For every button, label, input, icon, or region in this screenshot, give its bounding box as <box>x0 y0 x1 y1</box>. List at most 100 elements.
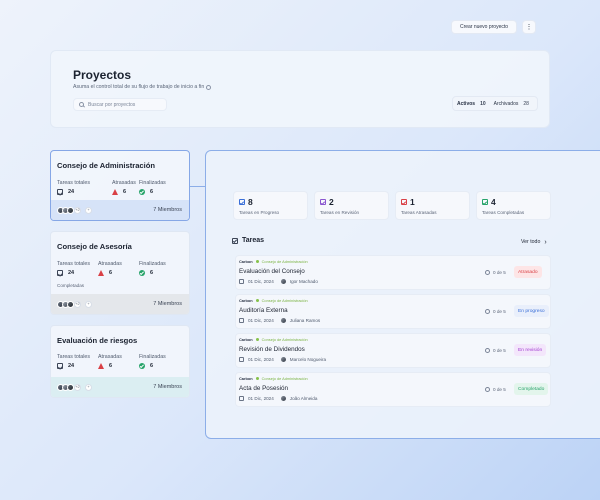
task-blue-icon <box>239 199 245 205</box>
task-purple-icon <box>320 199 326 205</box>
summary-in-progress[interactable]: 8 Tareas en Progreso <box>233 191 308 220</box>
summary-overdue[interactable]: 1 Tareas Atrasadas <box>395 191 470 220</box>
project-name: Consejo de Administración <box>57 161 156 170</box>
tab-count: 28 <box>523 100 529 107</box>
tab-count: 10 <box>480 100 486 107</box>
subtitle-text: Asuma el control total de su flujo de tr… <box>73 84 205 90</box>
tab-active[interactable]: Activos 10 <box>453 97 490 110</box>
task-row[interactable]: Carbon Consejo de Administración Auditor… <box>235 294 551 329</box>
project-detail-panel: 8 Tareas en Progreso 2 Tareas en Revisió… <box>205 150 600 439</box>
project-card-consejo-administracion[interactable]: Consejo de Administración Tareas totales… <box>50 150 190 221</box>
calendar-icon <box>239 396 244 401</box>
tasks-checkbox-icon <box>232 237 238 244</box>
filter-tabs: Activos 10 Archivados 28 <box>452 96 538 111</box>
member-avatars[interactable]: +2 + <box>57 206 92 214</box>
more-avatars-badge: +2 <box>74 300 81 308</box>
task-client: Carbon <box>239 337 253 342</box>
view-all-label: Ver todo <box>521 239 541 245</box>
more-options-button[interactable]: ⋮ <box>522 20 536 34</box>
task-meta: Carbon Consejo de Administración <box>239 298 308 303</box>
view-all-link[interactable]: Ver todo › <box>521 238 547 246</box>
task-progress: 0 de 5 <box>485 387 506 392</box>
summary-completed[interactable]: 4 Tareas Completadas <box>476 191 551 220</box>
members-count: 7 Miembros <box>153 384 182 390</box>
member-avatars[interactable]: +2 + <box>57 300 92 308</box>
board-dot-icon <box>255 260 259 263</box>
chevron-right-icon: › <box>544 238 547 246</box>
task-client: Carbon <box>239 298 253 303</box>
done-tasks-label: Finalizadas <box>139 180 166 186</box>
summary-label: Tareas en Revisión <box>320 210 360 215</box>
total-tasks-value: 24 <box>68 189 75 195</box>
task-row[interactable]: Carbon Consejo de Administración Evaluac… <box>235 255 551 290</box>
late-tasks-value: 6 <box>123 189 127 195</box>
clock-icon <box>485 348 490 353</box>
total-tasks: 24 <box>57 363 74 369</box>
clock-icon <box>485 387 490 392</box>
tasks-title-text: Tareas <box>242 237 265 244</box>
summary-in-review[interactable]: 2 Tareas en Revisión <box>314 191 389 220</box>
late-tasks-label: Atrasadas <box>98 261 122 267</box>
task-assignee: João Almeida <box>289 396 318 401</box>
task-date: 01 Dic, 2024 <box>248 396 274 401</box>
summary-count: 8 <box>239 197 253 207</box>
task-progress: 0 de 5 <box>485 270 506 275</box>
search-icon <box>79 102 84 107</box>
done-tasks: 6 <box>139 363 153 369</box>
task-info: 01 Dic, 2024 João Almeida <box>239 396 317 401</box>
project-card-consejo-asesoria[interactable]: Consejo de Asesoría Tareas totales Atras… <box>50 231 190 315</box>
task-progress-value: 0 de 5 <box>493 309 506 314</box>
task-info: 01 Dic, 2024 Juliana Ramos <box>239 318 320 323</box>
done-tasks-value: 6 <box>150 189 154 195</box>
add-member-icon[interactable]: + <box>85 206 92 214</box>
total-tasks-label: Tareas totales <box>57 261 90 267</box>
tab-archived[interactable]: Archivados 28 <box>490 97 533 110</box>
completed-label: Completadas <box>57 283 85 288</box>
task-board: Consejo de Administración <box>261 259 308 264</box>
task-date: 01 Dic, 2024 <box>248 318 274 323</box>
search-input[interactable] <box>88 101 166 108</box>
task-date: 01 Dic, 2024 <box>248 357 274 362</box>
done-tasks-value: 6 <box>150 363 154 369</box>
check-circle-icon <box>139 363 145 369</box>
done-tasks-label: Finalizadas <box>139 354 166 360</box>
status-badge: En revisión <box>514 344 547 356</box>
members-count: 7 Miembros <box>153 301 182 307</box>
more-avatars-badge: +2 <box>74 206 81 214</box>
task-board: Consejo de Administración <box>261 376 308 381</box>
assignee-avatar <box>280 318 286 323</box>
done-tasks-value: 6 <box>150 270 154 276</box>
project-card-evaluacion-riesgos[interactable]: Evaluación de riesgos Tareas totales Atr… <box>50 325 190 398</box>
summary-count-value: 4 <box>491 197 496 207</box>
task-row[interactable]: Carbon Consejo de Administración Revisió… <box>235 333 551 368</box>
info-icon[interactable] <box>206 84 212 90</box>
page-subtitle: Asuma el control total de su flujo de tr… <box>73 84 212 90</box>
add-member-icon[interactable]: + <box>85 300 92 308</box>
assignee-avatar <box>280 396 286 401</box>
avatar <box>67 383 74 391</box>
member-avatars[interactable]: +2 + <box>57 383 92 391</box>
summary-count-value: 8 <box>248 197 253 207</box>
task-progress: 0 de 5 <box>485 348 506 353</box>
checkbox-icon <box>57 189 63 195</box>
task-info: 01 Dic, 2024 Igor Machado <box>239 279 318 284</box>
checkbox-icon <box>57 270 63 276</box>
search-box[interactable] <box>73 98 167 111</box>
project-footer: +2 + 7 Miembros <box>51 294 189 314</box>
avatar <box>67 206 74 214</box>
board-dot-icon <box>255 377 259 380</box>
status-badge: En progreso <box>514 305 549 317</box>
check-circle-icon <box>139 189 145 195</box>
task-row[interactable]: Carbon Consejo de Administración Acta de… <box>235 372 551 407</box>
summary-count-value: 2 <box>329 197 334 207</box>
task-board: Consejo de Administración <box>261 298 308 303</box>
summary-count: 2 <box>320 197 334 207</box>
add-member-icon[interactable]: + <box>85 383 92 391</box>
board-dot-icon <box>255 338 259 341</box>
project-footer: +2 + 7 Miembros <box>51 200 189 220</box>
create-project-button[interactable]: Crear nuevo proyecto <box>451 20 517 34</box>
late-tasks: 6 <box>98 270 112 276</box>
page-title: Proyectos <box>73 68 132 82</box>
tab-label: Activos <box>457 100 476 107</box>
done-tasks: 6 <box>139 270 153 276</box>
